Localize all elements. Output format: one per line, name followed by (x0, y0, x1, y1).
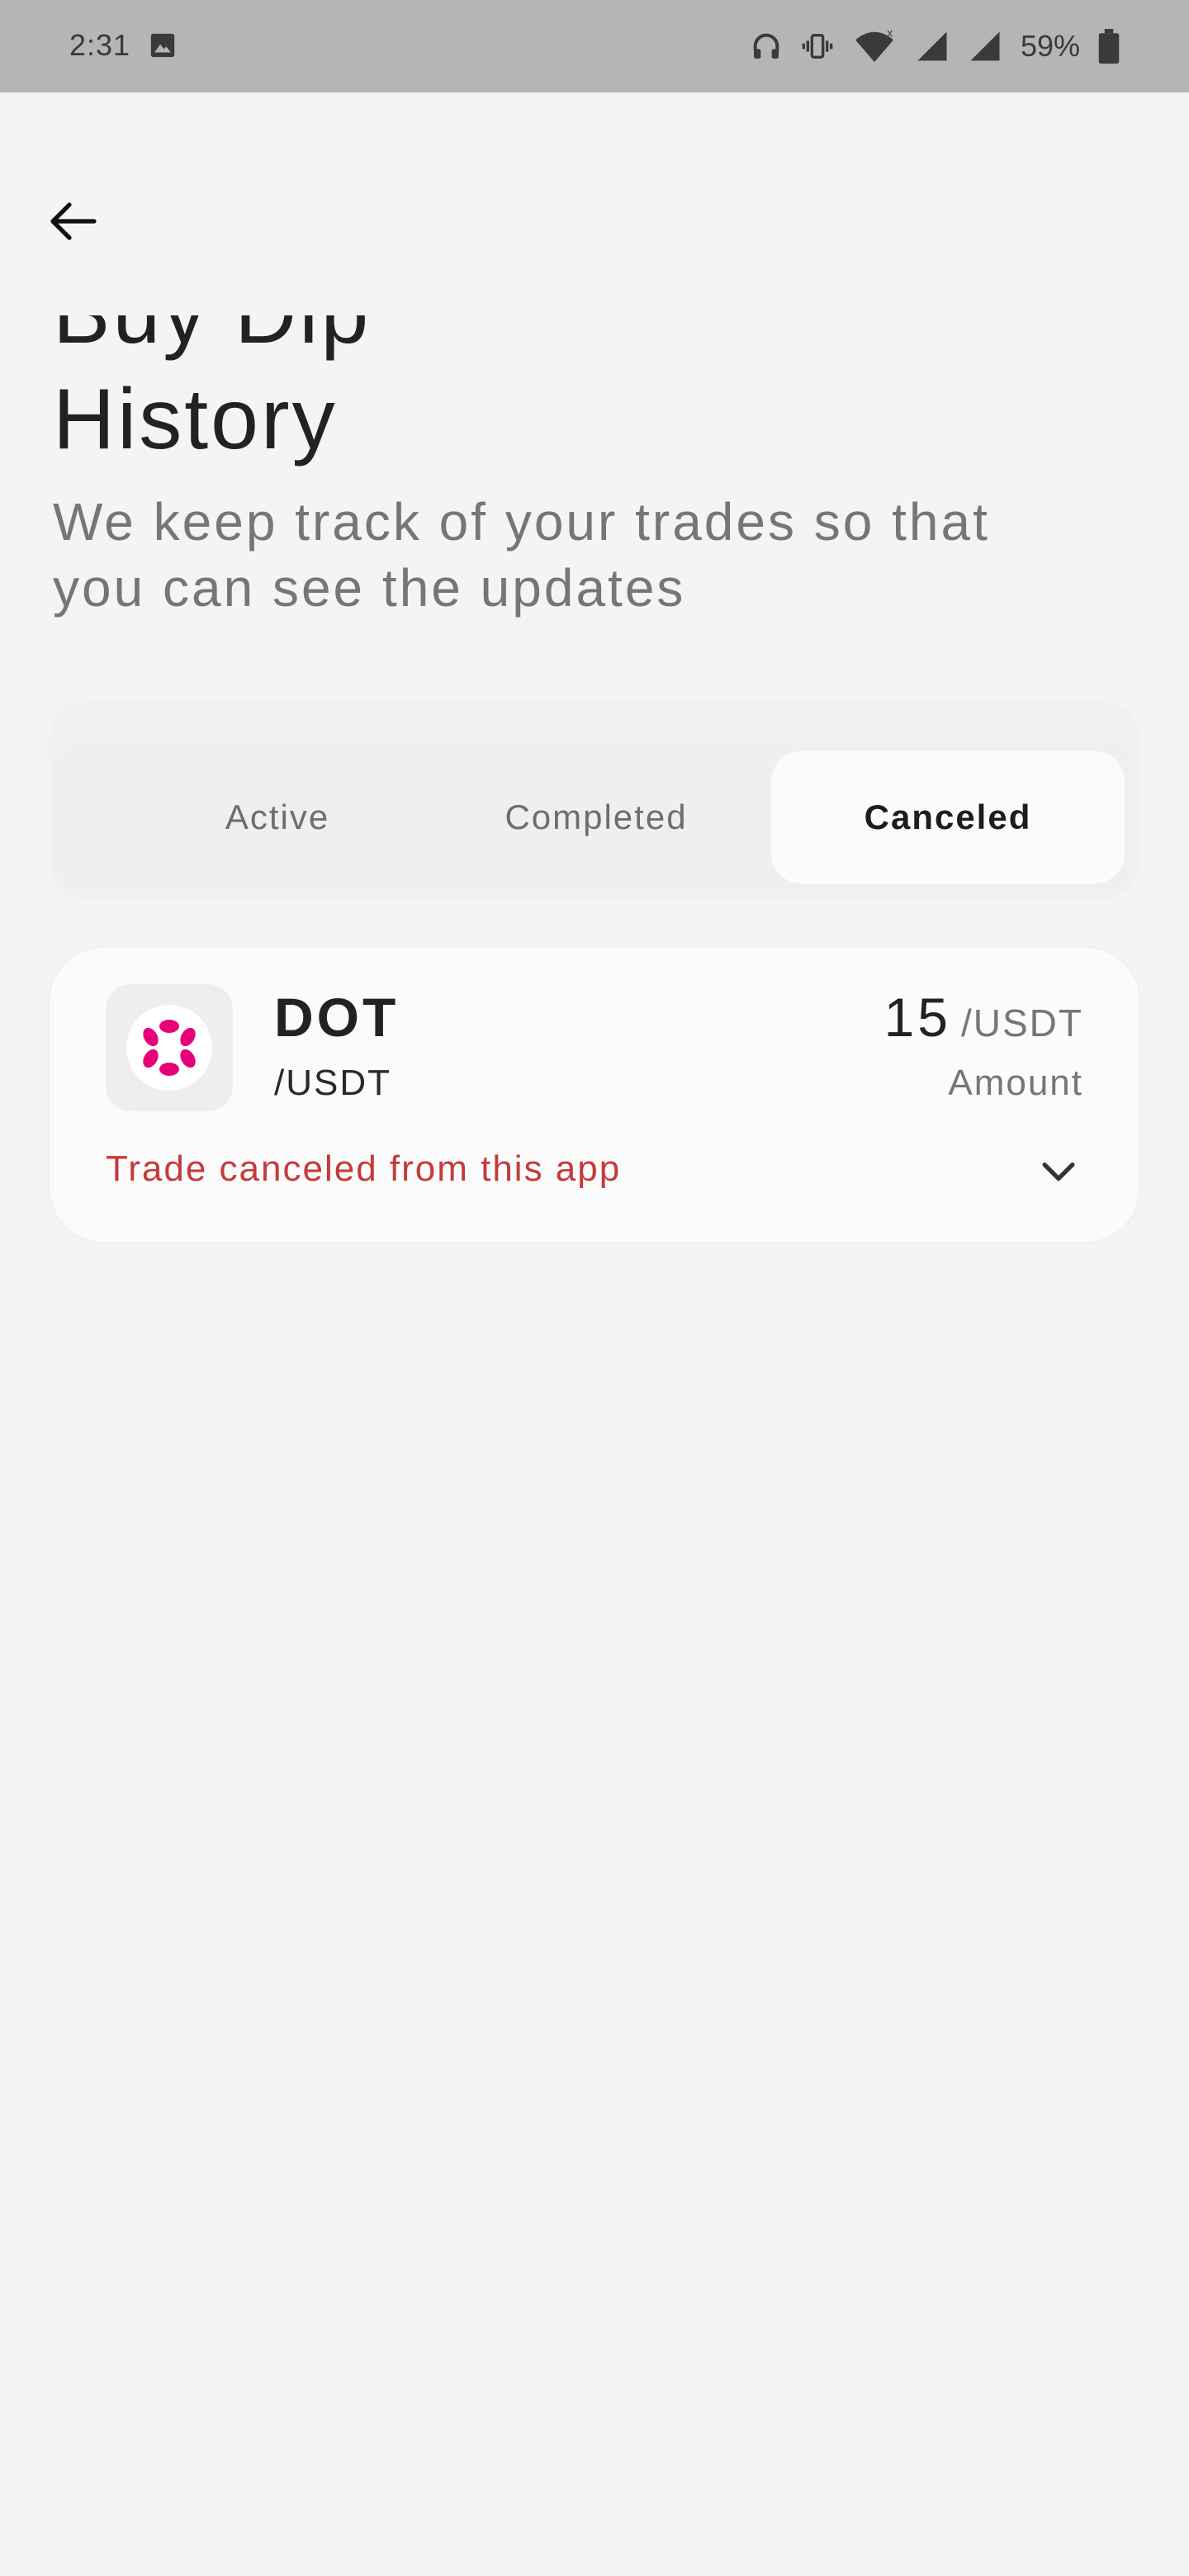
page-subtitle: We keep track of your trades so that you… (53, 492, 990, 618)
status-bar: 2:31 x 59% (0, 0, 1189, 92)
signal-icon (917, 31, 947, 61)
coin-quote: /USDT (274, 1063, 391, 1103)
trade-status: Trade canceled from this app (106, 1148, 622, 1189)
trade-card[interactable]: DOT /USDT 15 /USDT Amount Trade canceled… (50, 948, 1139, 1242)
tab-canceled[interactable]: Canceled (771, 751, 1125, 883)
svg-text:x: x (887, 27, 893, 40)
page-title: History (53, 372, 338, 467)
gallery-icon (150, 33, 175, 58)
amount-label: Amount (948, 1063, 1083, 1103)
amount-line: 15 /USDT (884, 984, 1083, 1050)
polkadot-logo (126, 1005, 212, 1091)
battery-percentage: 59% (1020, 29, 1080, 63)
signal-icon (970, 31, 1000, 61)
coin-symbol: DOT (274, 987, 400, 1048)
page-title-partial: Buy Dip (53, 315, 371, 362)
scrolled-title-container: Buy Dip (53, 315, 631, 362)
tab-bar: Active Completed Canceled (54, 740, 1135, 893)
arrow-left-icon (50, 202, 97, 240)
expand-button[interactable] (1032, 1146, 1085, 1199)
polkadot-icon (143, 1020, 196, 1076)
vibrate-icon (802, 34, 833, 59)
amount-unit: /USDT (961, 1002, 1083, 1044)
back-button[interactable] (43, 195, 102, 248)
amount-value: 15 (883, 987, 951, 1048)
coin-icon-box (106, 984, 233, 1111)
status-icons: x 59% (750, 25, 1120, 68)
chevron-down-icon (1042, 1163, 1075, 1181)
wifi-icon: x (855, 27, 893, 63)
battery-icon (1098, 29, 1120, 64)
tabs-container: Active Completed Canceled (50, 702, 1139, 898)
status-time: 2:31 (69, 28, 131, 62)
tab-completed[interactable]: Completed (419, 751, 773, 883)
tab-active[interactable]: Active (101, 751, 454, 883)
headphones-icon (753, 33, 779, 59)
